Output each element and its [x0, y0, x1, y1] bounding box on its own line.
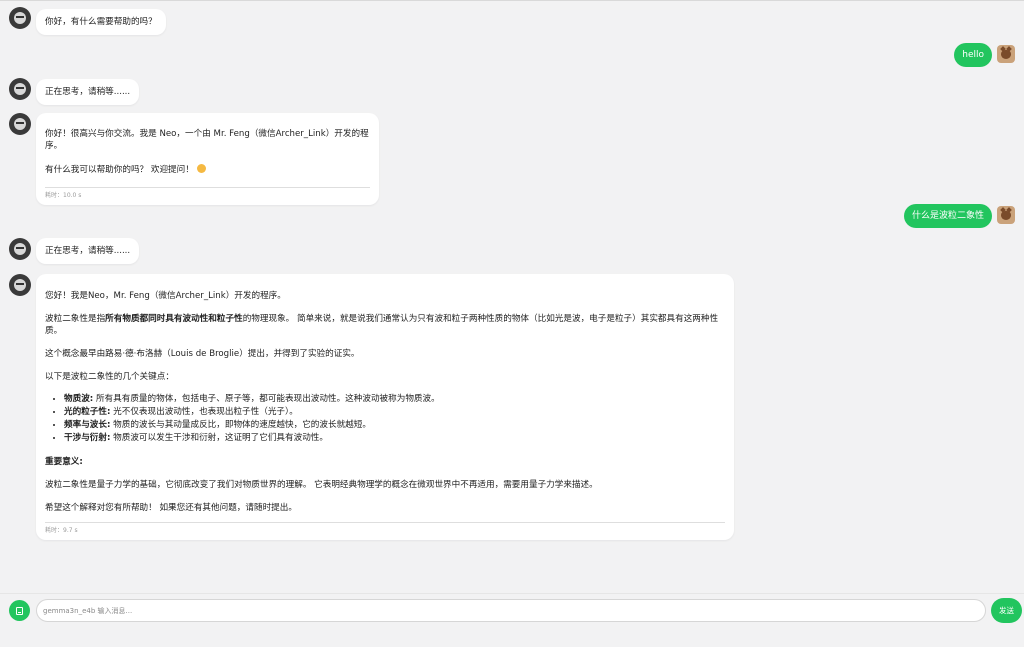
message-text: 波粒二象性是指	[45, 314, 106, 324]
message-text: 你好，有什么需要帮助的吗？	[45, 17, 157, 27]
list-item-term: 光的粒子性:	[64, 407, 111, 417]
send-button[interactable]: 发送	[991, 598, 1022, 623]
user-message: hello	[954, 43, 992, 67]
user-avatar-icon	[997, 45, 1015, 63]
list-item: 干涉与衍射: 物质波可以发生干涉和衍射，这证明了它们具有波动性。	[64, 432, 725, 445]
user-message: 什么是波粒二象性	[903, 204, 992, 228]
list-item-term: 物质波:	[64, 394, 94, 404]
list-item: 物质波: 所有具有质量的物体，包括电子、原子等，都可能表现出波动性。这种波动被称…	[64, 393, 725, 406]
user-avatar-icon	[997, 206, 1015, 224]
bot-avatar-icon	[9, 7, 31, 29]
section-heading-text: 重要意义:	[45, 457, 83, 467]
top-divider	[0, 0, 1024, 1]
list-item-text: 物质的波长与其动量成反比，即物体的速度越快，它的波长就越短。	[110, 420, 371, 430]
bot-avatar-icon	[9, 78, 31, 100]
list-item-term: 频率与波长:	[64, 420, 111, 430]
message-text: 有什么我可以帮助你的吗？ 欢迎提问！	[45, 165, 194, 175]
message-paragraph: 波粒二象性是量子力学的基础，它彻底改变了我们对物质世界的理解。 它表明经典物理学…	[45, 480, 598, 490]
list-item-term: 干涉与衍射:	[64, 433, 111, 443]
message-paragraph: 你好！很高兴与你交流。我是 Neo，一个由 Mr. Feng（微信Archer_…	[45, 129, 369, 151]
message-text: 正在思考，请稍等......	[45, 87, 131, 97]
message-text: hello	[962, 50, 984, 60]
bot-avatar-icon	[9, 238, 31, 260]
elapsed-time: 耗时：10.0 s	[45, 192, 82, 199]
message-paragraph: 有什么我可以帮助你的吗？ 欢迎提问！	[45, 164, 370, 176]
bot-avatar-icon	[9, 113, 31, 135]
list-item-text: 物质波可以发生干涉和衍射，这证明了它们具有波动性。	[110, 433, 328, 443]
message-paragraph: 希望这个解释对您有所帮助！ 如果您还有其他问题，请随时提出。	[45, 503, 297, 513]
message-text: 正在思考，请稍等......	[45, 246, 131, 256]
bot-message: 你好，有什么需要帮助的吗？	[36, 9, 166, 35]
list-item: 频率与波长: 物质的波长与其动量成反比，即物体的速度越快，它的波长就越短。	[64, 419, 725, 432]
section-heading: 重要意义:	[45, 456, 725, 468]
message-paragraph: 这个概念最早由路易·德·布洛赫（Louis de Broglie）提出，并得到了…	[45, 349, 360, 359]
message-emphasis: 所有物质都同时具有波动性和粒子性	[105, 314, 243, 324]
elapsed-time: 耗时：9.7 s	[45, 527, 78, 534]
message-paragraph: 波粒二象性是指所有物质都同时具有波动性和粒子性的物理现象。 简单来说，就是说我们…	[45, 313, 725, 337]
message-paragraph: 以下是波粒二象性的几个关键点：	[45, 372, 174, 382]
bot-message: 正在思考，请稍等......	[36, 79, 140, 105]
message-paragraph: 您好！我是Neo，Mr. Feng（微信Archer_Link）开发的程序。	[45, 291, 286, 301]
list-item-text: 光不仅表现出波动性，也表现出粒子性（光子）。	[110, 407, 298, 417]
list-item: 光的粒子性: 光不仅表现出波动性，也表现出粒子性（光子）。	[64, 406, 725, 419]
message-composer: 发送	[0, 593, 1024, 647]
key-points-list: 物质波: 所有具有质量的物体，包括电子、原子等，都可能表现出波动性。这种波动被称…	[45, 393, 725, 445]
smile-emoji-icon	[196, 164, 206, 173]
bot-avatar-icon	[9, 274, 31, 296]
bot-message: 正在思考，请稍等......	[36, 238, 140, 264]
attach-button[interactable]	[9, 600, 30, 621]
message-text: 什么是波粒二象性	[911, 211, 984, 221]
bot-message: 你好！很高兴与你交流。我是 Neo，一个由 Mr. Feng（微信Archer_…	[36, 113, 379, 205]
bot-message: 您好！我是Neo，Mr. Feng（微信Archer_Link）开发的程序。 波…	[36, 274, 734, 540]
document-icon	[16, 606, 23, 615]
message-input[interactable]	[36, 599, 986, 622]
list-item-text: 所有具有质量的物体，包括电子、原子等，都可能表现出波动性。这种波动被称为物质波。	[93, 394, 440, 404]
